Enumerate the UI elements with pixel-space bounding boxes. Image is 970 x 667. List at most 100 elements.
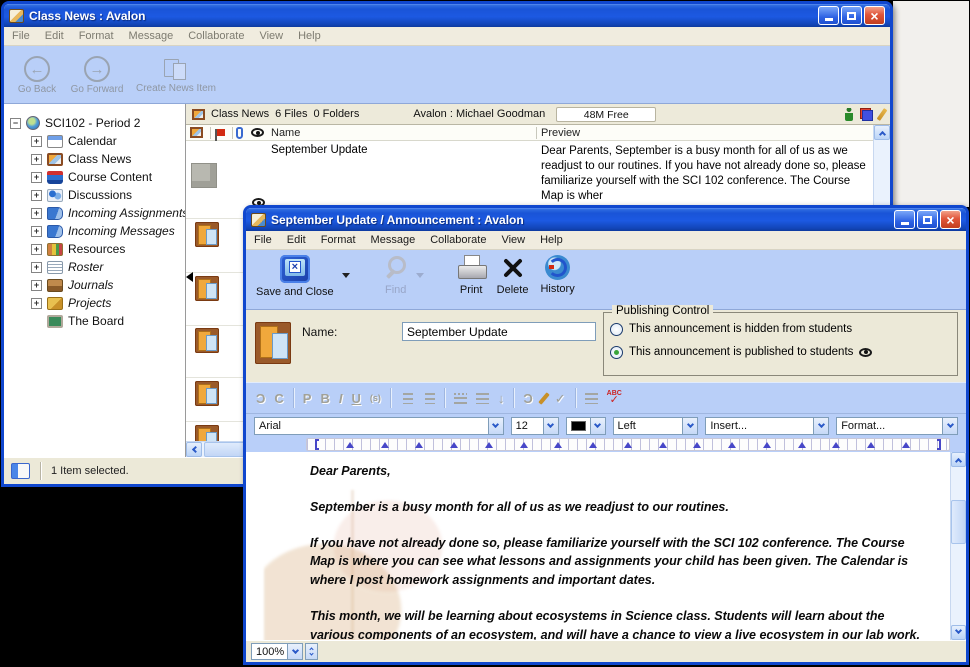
right-margin-marker[interactable] [937,439,941,450]
redo-icon[interactable]: C [274,392,283,405]
menu-file[interactable]: File [12,30,30,42]
minimize-button[interactable] [894,210,915,229]
signature-icon[interactable] [585,393,598,404]
minimize-button[interactable] [818,6,839,25]
user-presence-icon[interactable] [845,108,853,121]
dropdown-button[interactable] [942,418,957,434]
find-button[interactable]: Find [380,255,412,296]
item-type-column-icon[interactable] [190,127,203,138]
menu-view[interactable]: View [259,30,283,42]
bullet-list-icon[interactable] [454,393,467,404]
announcement-icon[interactable] [195,276,219,301]
create-news-item-button[interactable]: Create News Item [130,57,222,94]
italic-icon[interactable]: I [339,392,343,405]
expand-icon[interactable]: + [31,226,42,237]
maximize-button[interactable] [841,6,862,25]
dropdown-button[interactable] [813,418,828,434]
announcement-icon[interactable] [195,381,219,406]
expand-icon[interactable]: + [31,208,42,219]
message-text[interactable]: Dear Parents, September is a busy month … [310,462,920,640]
close-button[interactable]: × [864,6,885,25]
expand-icon[interactable]: + [31,298,42,309]
scrollbar-thumb[interactable] [951,500,966,544]
menu-format[interactable]: Format [321,234,356,246]
tree-item-incoming-messages[interactable]: +Incoming Messages [31,222,185,240]
tree-item-calendar[interactable]: +Calendar [31,132,185,150]
scroll-down-button[interactable] [951,625,966,640]
format-select[interactable]: Format... [836,417,958,435]
close-button[interactable]: × [940,210,961,229]
layout-icon[interactable] [860,108,873,121]
tree-item-class-news[interactable]: +Class News [31,150,185,168]
scroll-up-button[interactable] [951,452,966,467]
alignment-select[interactable]: Left [613,417,699,435]
name-input[interactable] [402,322,596,341]
dropdown-button[interactable] [287,644,302,659]
plain-style-icon[interactable]: P [303,392,312,405]
announcement-icon[interactable] [195,222,219,247]
menu-file[interactable]: File [254,234,272,246]
published-radio-button[interactable] [610,346,623,359]
go-forward-button[interactable]: → Go Forward [70,56,124,95]
history-button[interactable]: History [536,255,578,295]
undo-icon[interactable]: Ɔ [256,392,265,405]
front-titlebar[interactable]: September Update / Announcement : Avalon… [246,208,966,231]
expand-icon[interactable]: + [31,136,42,147]
menu-view[interactable]: View [501,234,525,246]
dropdown-button[interactable] [488,418,503,434]
dropdown-button[interactable] [543,418,558,434]
menu-format[interactable]: Format [79,30,114,42]
save-dropdown-chevron[interactable] [342,273,350,278]
editor-vertical-scrollbar[interactable] [950,452,966,640]
attachment-column-icon[interactable] [236,127,243,139]
flag-column-icon[interactable] [217,129,225,136]
message-body-editor[interactable]: Dear Parents, September is a busy month … [246,452,966,640]
spell-check-icon[interactable]: ABC✓ [607,391,622,405]
align-icon[interactable] [476,393,489,404]
menu-help[interactable]: Help [540,234,563,246]
pencil-icon[interactable] [538,392,549,405]
scroll-left-button[interactable] [186,442,202,457]
font-family-select[interactable]: Arial [254,417,504,435]
revert-icon[interactable]: Ɔ [523,392,532,405]
collapse-icon[interactable]: − [10,118,21,129]
back-titlebar[interactable]: Class News : Avalon × [4,4,890,27]
menu-edit[interactable]: Edit [45,30,64,42]
save-and-close-button[interactable]: × Save and Close [252,255,338,298]
tree-item-resources[interactable]: +Resources [31,240,185,258]
tree-item-discussions[interactable]: +Discussions [31,186,185,204]
preview-column-header[interactable]: Preview [541,127,580,139]
name-column-header[interactable]: Name [271,127,300,139]
line-spacing-icon[interactable]: ↓ [498,392,505,405]
menu-collaborate[interactable]: Collaborate [430,234,486,246]
insert-select[interactable]: Insert... [705,417,829,435]
expand-icon[interactable]: + [31,190,42,201]
tree-item-journals[interactable]: +Journals [31,276,185,294]
indent-left-icon[interactable] [403,393,413,404]
announcement-icon[interactable] [195,328,219,353]
menu-edit[interactable]: Edit [287,234,306,246]
maximize-button[interactable] [917,210,938,229]
published-option-row[interactable]: This announcement is published to studen… [610,342,951,362]
font-size-select[interactable]: 12 [511,417,559,435]
pane-toggle-icon[interactable] [11,463,30,479]
edit-pencil-icon[interactable] [877,108,888,121]
ruler[interactable] [246,437,966,452]
tree-item-sci102[interactable]: − SCI102 - Period 2 [10,114,185,132]
tree-item-roster[interactable]: +Roster [31,258,185,276]
menu-collaborate[interactable]: Collaborate [188,30,244,42]
menu-message[interactable]: Message [129,30,174,42]
row-preview[interactable]: Dear Parents, September is a busy month … [541,144,873,204]
font-color-select[interactable] [566,417,606,435]
tree-item-projects[interactable]: +Projects [31,294,185,312]
tree-item-course-content[interactable]: +Course Content [31,168,185,186]
tree-item-incoming-assignments[interactable]: +Incoming Assignments [31,204,185,222]
print-button[interactable]: Print [454,255,489,296]
approve-check-icon[interactable]: ✓ [555,392,566,405]
left-margin-marker[interactable] [315,439,319,450]
underline-icon[interactable]: U [351,392,360,405]
find-dropdown-chevron[interactable] [416,273,424,278]
delete-button[interactable]: Delete [493,255,533,296]
bold-icon[interactable]: B [320,392,329,405]
zoom-spinner[interactable] [305,643,318,660]
